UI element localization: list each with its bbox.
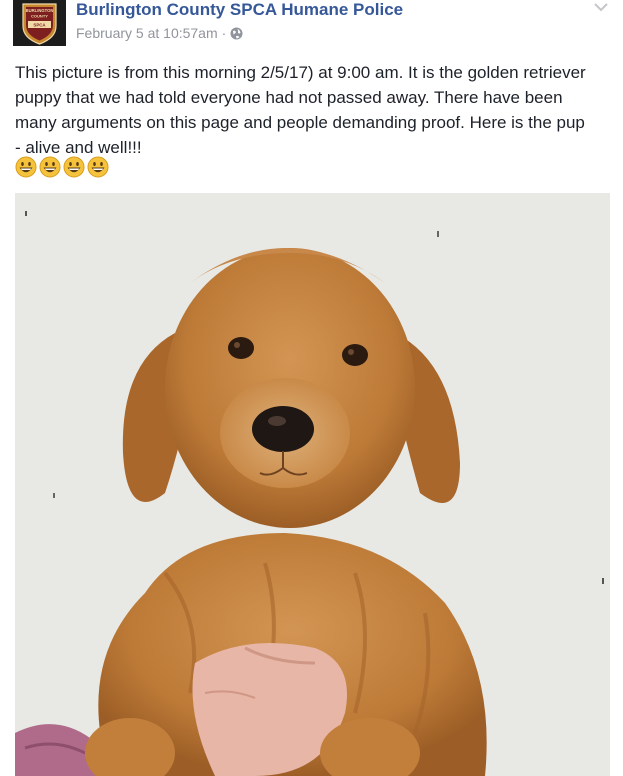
avatar-badge-line-3: SPCA	[33, 23, 46, 28]
grinning-face-icon	[87, 156, 109, 178]
post-message-line: This picture is from this morning 2/5/17…	[15, 63, 586, 82]
avatar-badge-line-1: BURLINGTON	[26, 8, 54, 13]
post-meta: February 5 at 10:57am ·	[76, 25, 243, 41]
post-message: This picture is from this morning 2/5/17…	[15, 60, 615, 160]
page-name-link[interactable]: Burlington County SPCA Humane Police	[76, 0, 403, 20]
post-header: BURLINGTON COUNTY SPCA Burlington County…	[0, 0, 623, 58]
grinning-face-icon	[15, 156, 37, 178]
chevron-down-icon[interactable]	[593, 0, 609, 12]
avatar-badge-line-2: COUNTY	[31, 14, 48, 19]
post-photo[interactable]	[15, 193, 610, 776]
emoji-row	[15, 156, 109, 178]
page-avatar[interactable]: BURLINGTON COUNTY SPCA	[13, 0, 66, 46]
post-message-line: many arguments on this page and people d…	[15, 113, 585, 132]
post-timestamp[interactable]: February 5 at 10:57am	[76, 25, 218, 41]
meta-separator: ·	[221, 25, 227, 41]
grinning-face-icon	[63, 156, 85, 178]
grinning-face-icon	[39, 156, 61, 178]
globe-icon[interactable]	[230, 27, 243, 40]
post-message-line: puppy that we had told everyone had not …	[15, 88, 563, 107]
